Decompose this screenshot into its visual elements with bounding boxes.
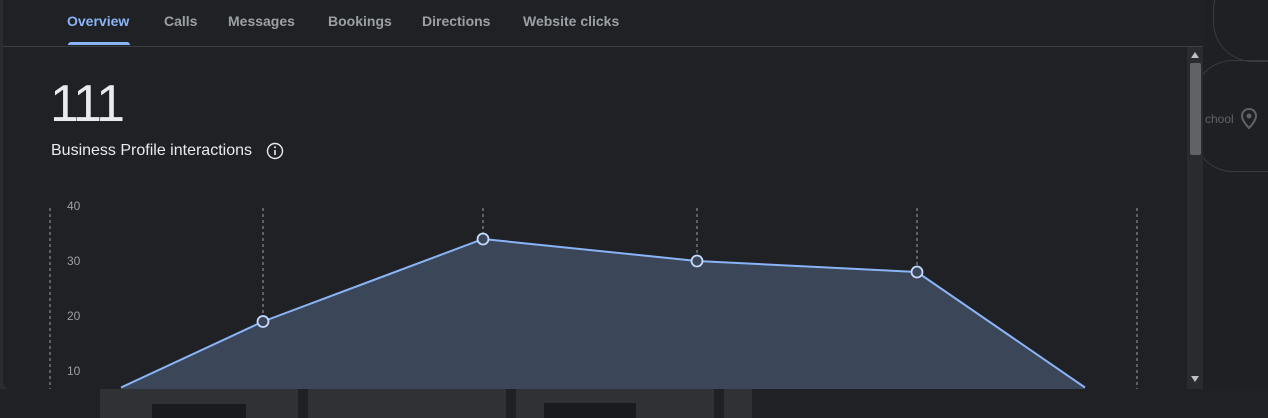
thumbnail[interactable] [724, 389, 752, 418]
info-icon[interactable] [266, 142, 284, 160]
map-road [1213, 0, 1268, 62]
thumbnail[interactable] [100, 389, 298, 418]
data-point [256, 315, 270, 328]
tab-messages[interactable]: Messages [228, 13, 295, 29]
tab-directions[interactable]: Directions [422, 13, 490, 29]
y-tick-label: 10 [67, 364, 81, 378]
thumbnail[interactable] [308, 389, 506, 418]
data-point [910, 265, 924, 279]
data-point [690, 254, 704, 268]
total-interactions-value: 111 [50, 75, 125, 133]
tab-calls[interactable]: Calls [164, 13, 197, 29]
map-pin-icon [1240, 108, 1258, 130]
tab-bookings[interactable]: Bookings [328, 13, 392, 29]
scrollbar[interactable] [1187, 47, 1203, 389]
active-tab-indicator [68, 42, 130, 45]
interactions-chart: 40 30 20 10 [49, 199, 1138, 389]
scroll-down-arrow-icon[interactable] [1190, 375, 1200, 383]
chart-area [121, 239, 1085, 389]
metric-label: Business Profile interactions [51, 142, 252, 159]
tab-website-clicks[interactable]: Website clicks [523, 13, 619, 29]
y-tick-label: 30 [67, 254, 81, 268]
y-tick-label: 20 [67, 309, 81, 323]
tab-overview[interactable]: Overview [67, 13, 129, 29]
data-point [476, 232, 490, 246]
scroll-up-arrow-icon[interactable] [1190, 51, 1200, 59]
thumbnail[interactable] [516, 389, 714, 418]
map-place-label: chool [1205, 112, 1234, 126]
scroll-thumb[interactable] [1190, 63, 1201, 155]
y-tick-label: 40 [67, 199, 81, 213]
map-background [1193, 0, 1268, 418]
performance-panel: Overview Calls Messages Bookings Directi… [3, 0, 1203, 389]
tab-bar: Overview Calls Messages Bookings Directi… [3, 0, 1203, 47]
